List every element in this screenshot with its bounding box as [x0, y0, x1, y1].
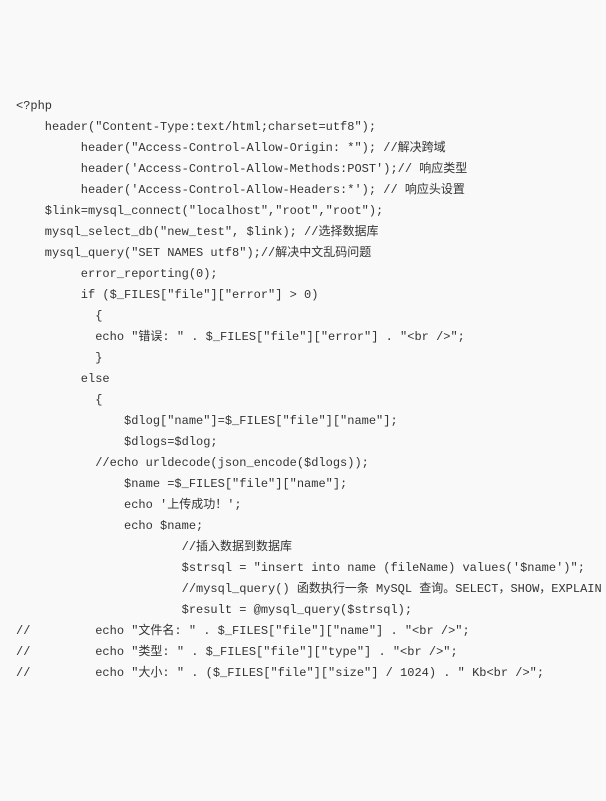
code-line: header("Access-Control-Allow-Origin: *")… [16, 138, 590, 159]
code-line: // echo "文件名: " . $_FILES["file"]["name"… [16, 621, 590, 642]
code-line: // echo "类型: " . $_FILES["file"]["type"]… [16, 642, 590, 663]
code-line: } [16, 348, 590, 369]
code-line: //mysql_query() 函数执行一条 MySQL 查询。SELECT，S… [16, 579, 590, 600]
code-line: $result = @mysql_query($strsql); [16, 600, 590, 621]
code-line: { [16, 306, 590, 327]
code-line: <?php [16, 96, 590, 117]
code-line: $strsql = "insert into name (fileName) v… [16, 558, 590, 579]
code-line: { [16, 390, 590, 411]
code-block: <?php header("Content-Type:text/html;cha… [16, 96, 590, 684]
code-line: $dlogs=$dlog; [16, 432, 590, 453]
code-line: // echo "大小: " . ($_FILES["file"]["size"… [16, 663, 590, 684]
code-line: $name =$_FILES["file"]["name"]; [16, 474, 590, 495]
code-line: if ($_FILES["file"]["error"] > 0) [16, 285, 590, 306]
code-line: header('Access-Control-Allow-Methods:POS… [16, 159, 590, 180]
code-line: mysql_select_db("new_test", $link); //选择… [16, 222, 590, 243]
code-line: mysql_query("SET NAMES utf8");//解决中文乱码问题 [16, 243, 590, 264]
code-line: error_reporting(0); [16, 264, 590, 285]
code-line: echo '上传成功！'; [16, 495, 590, 516]
code-line: $dlog["name"]=$_FILES["file"]["name"]; [16, 411, 590, 432]
code-line: else [16, 369, 590, 390]
code-line: echo "错误: " . $_FILES["file"]["error"] .… [16, 327, 590, 348]
code-line: $link=mysql_connect("localhost","root","… [16, 201, 590, 222]
code-line: header("Content-Type:text/html;charset=u… [16, 117, 590, 138]
code-line: //echo urldecode(json_encode($dlogs)); [16, 453, 590, 474]
code-line: header('Access-Control-Allow-Headers:*')… [16, 180, 590, 201]
code-line: echo $name; [16, 516, 590, 537]
code-line: //插入数据到数据库 [16, 537, 590, 558]
